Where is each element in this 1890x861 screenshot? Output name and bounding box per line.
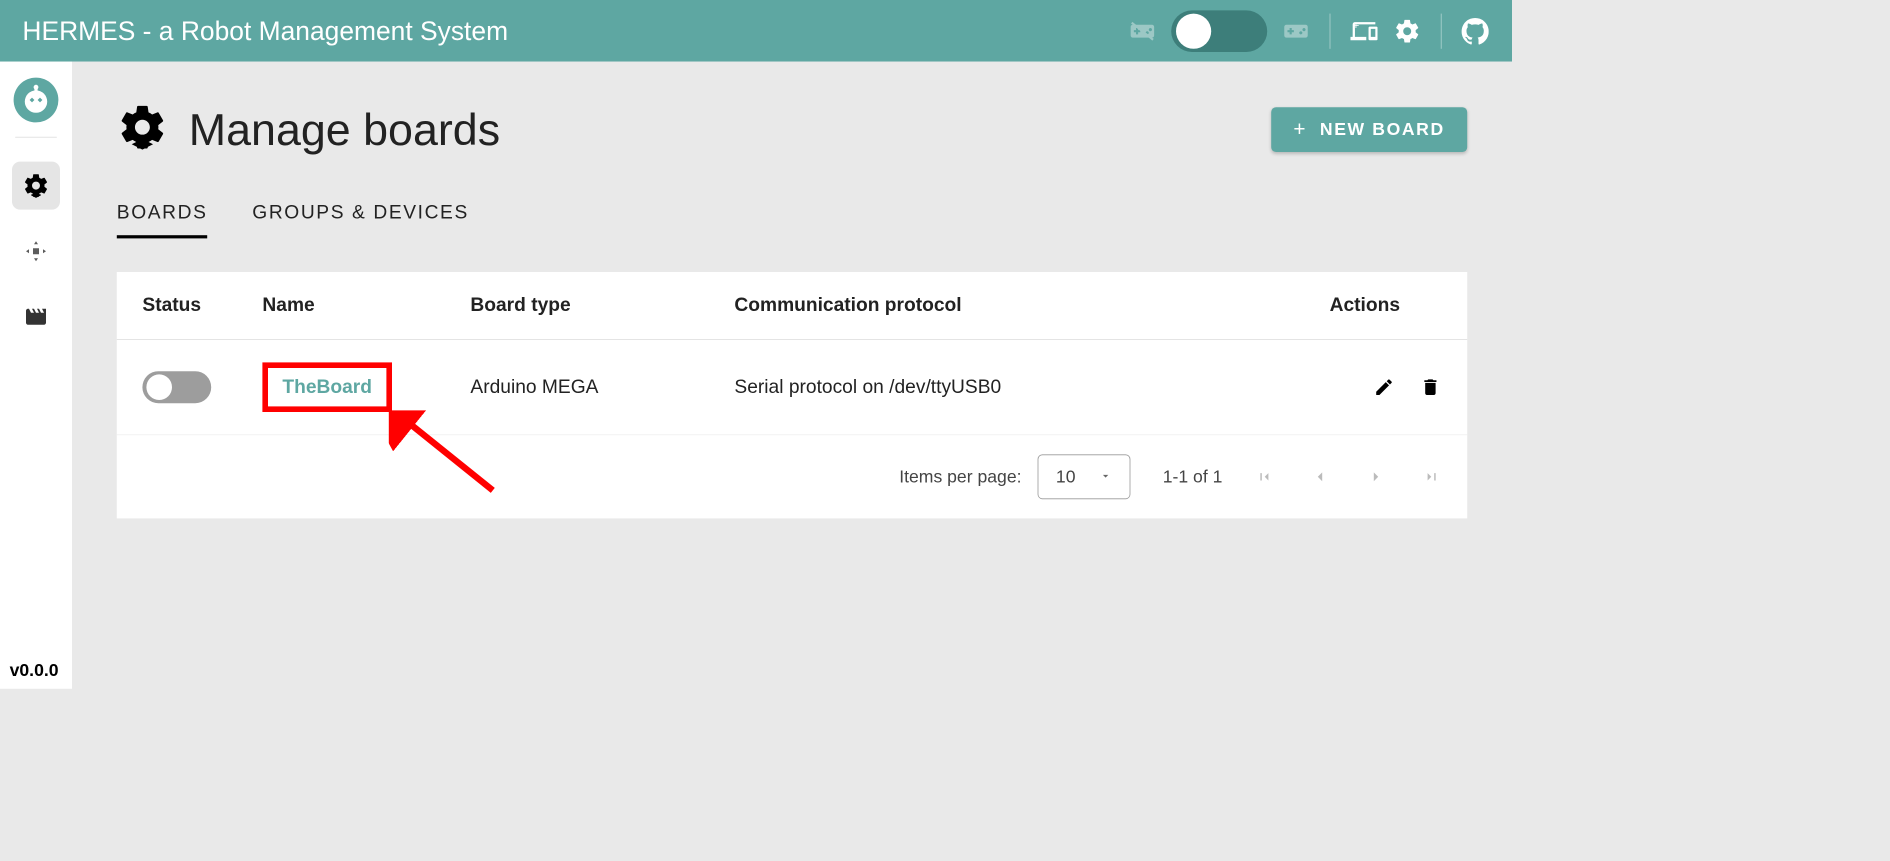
page-nav [1254,468,1441,486]
items-per-page-select[interactable]: 10 [1038,454,1131,499]
new-board-button[interactable]: + NEW BOARD [1271,107,1467,152]
header-actions: Actions [1330,294,1442,316]
board-name-link[interactable]: TheBoard [282,376,372,398]
app-logo[interactable] [14,78,59,123]
prev-page-icon[interactable] [1310,468,1329,486]
github-icon[interactable] [1461,16,1490,45]
tabs: BOARDS GROUPS & DEVICES [117,202,1467,239]
sidebar-item-media[interactable] [12,293,60,341]
version-label: v0.0.0 [10,660,59,681]
tab-groups-devices[interactable]: GROUPS & DEVICES [252,202,469,239]
header-status: Status [142,294,262,316]
tab-boards[interactable]: BOARDS [117,202,208,239]
sidebar-item-boards[interactable] [12,162,60,210]
chevron-down-icon [1100,466,1113,487]
next-page-icon[interactable] [1366,468,1385,486]
appbar-actions: + [1128,10,1490,52]
divider [1330,13,1331,48]
status-toggle[interactable] [142,371,211,403]
gamepad-off-icon [1128,16,1157,45]
table-row: TheBoard Arduino MEGA Serial protocol on… [117,340,1467,435]
cell-board-type: Arduino MEGA [470,376,734,398]
gear-icon[interactable] [1393,16,1422,45]
items-per-page-label: Items per page: [899,466,1021,487]
boards-table: Status Name Board type Communication pro… [117,272,1467,518]
devices-icon[interactable]: + [1350,16,1379,45]
sidebar-item-move[interactable] [12,227,60,275]
pagination-range: 1-1 of 1 [1163,466,1223,487]
mode-toggle[interactable] [1171,10,1267,52]
cell-actions [1330,376,1442,398]
main-content: Manage boards + NEW BOARD BOARDS GROUPS … [72,62,1512,689]
plus-icon: + [1293,117,1307,142]
new-board-label: NEW BOARD [1320,119,1445,140]
page-header-left: Manage boards [117,102,500,157]
items-per-page: Items per page: 10 [899,454,1130,499]
page-header: Manage boards + NEW BOARD [117,102,1467,157]
edit-icon[interactable] [1373,376,1395,398]
cell-status [142,371,262,403]
sidebar-separator [15,137,57,138]
cell-name: TheBoard [262,362,470,412]
sidebar: v0.0.0 [0,62,72,689]
delete-icon[interactable] [1419,376,1441,398]
app-bar: HERMES - a Robot Management System + [0,0,1512,62]
header-board-type: Board type [470,294,734,316]
table-header: Status Name Board type Communication pro… [117,272,1467,340]
divider [1441,13,1442,48]
header-protocol: Communication protocol [734,294,1329,316]
page-title: Manage boards [189,103,500,155]
last-page-icon[interactable] [1422,468,1441,486]
toggle-knob [1176,13,1211,48]
annotation-highlight: TheBoard [262,362,392,412]
cell-protocol: Serial protocol on /dev/ttyUSB0 [734,376,1329,398]
table-footer: Items per page: 10 1-1 of 1 [117,435,1467,518]
header-name: Name [262,294,470,316]
items-per-page-value: 10 [1056,466,1076,487]
first-page-icon[interactable] [1254,468,1273,486]
app-title: HERMES - a Robot Management System [22,16,1128,46]
svg-text:+: + [1353,20,1360,32]
gamepad-icon[interactable] [1282,16,1311,45]
manage-boards-icon [117,102,168,157]
